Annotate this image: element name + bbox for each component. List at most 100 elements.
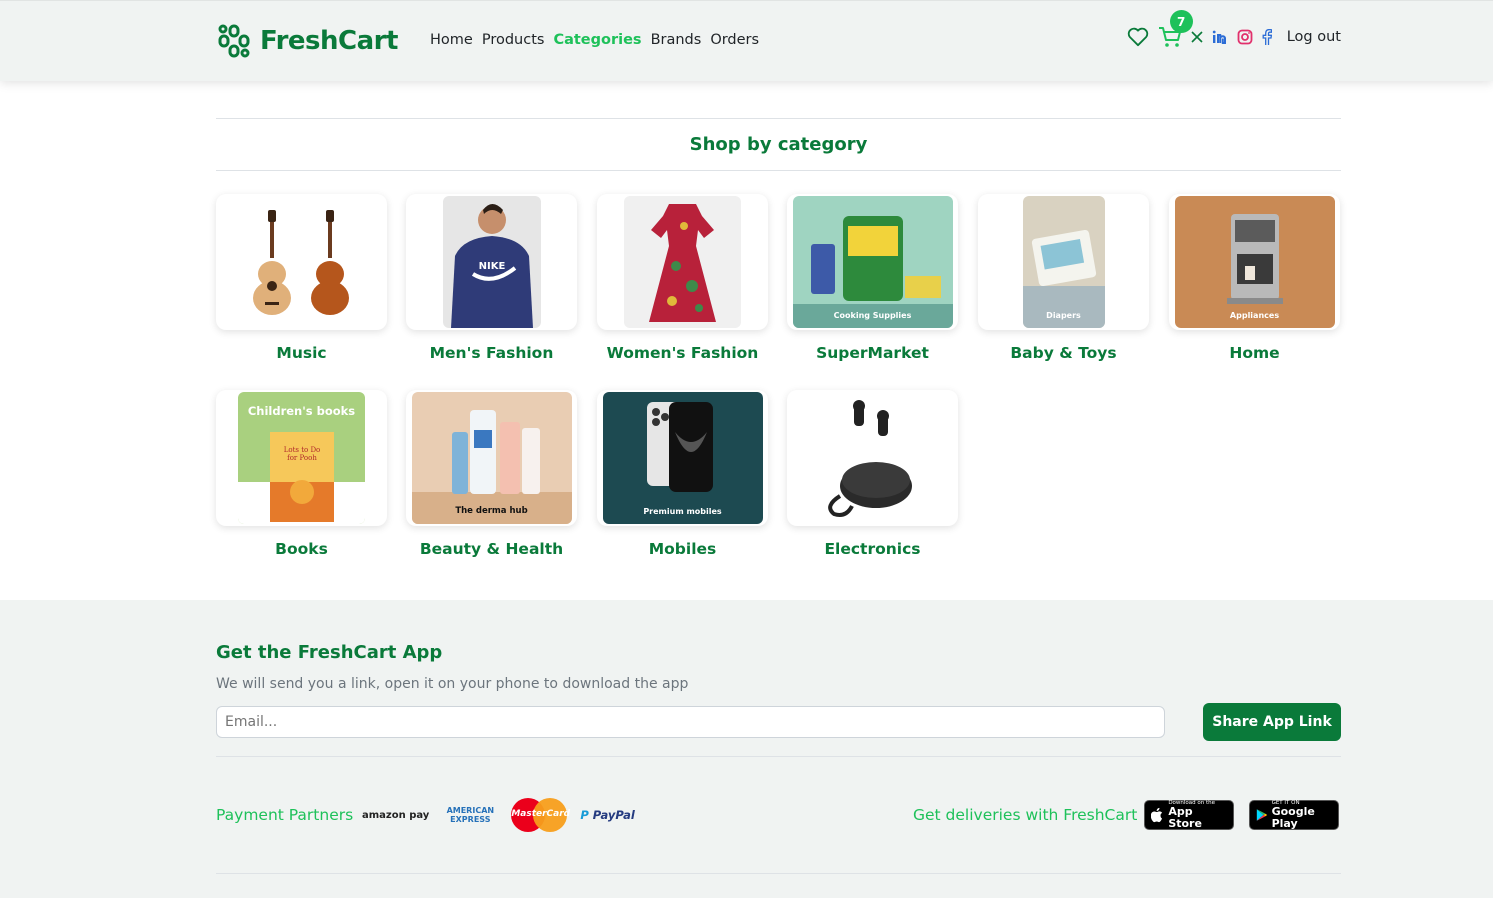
nav-link-home[interactable]: Home <box>430 32 473 48</box>
app-store-text: Download on the App Store <box>1168 800 1227 830</box>
footer-bottom-divider <box>216 873 1341 874</box>
freshcart-logo-icon <box>218 24 250 58</box>
category-section-header: Shop by category <box>216 118 1341 171</box>
appliances-image: Appliances <box>1174 196 1335 328</box>
category-label: Women's Fashion <box>606 344 759 362</box>
cooking-supplies-graphic <box>792 196 953 328</box>
category-image-frame: Children's books Lots to Do for Pooh <box>216 390 387 526</box>
category-card-books[interactable]: Children's books Lots to Do for Pooh Boo… <box>216 390 387 558</box>
nav-link-orders[interactable]: Orders <box>710 32 759 48</box>
linkedin-link[interactable] <box>1212 30 1228 44</box>
footer-title: Get the FreshCart App <box>216 642 443 663</box>
footer-subtitle: We will send you a link, open it on your… <box>216 676 689 692</box>
paypal-logo: P PayPal <box>580 808 635 822</box>
category-card-womens-fashion[interactable]: Women's Fashion <box>597 194 768 362</box>
app-store-big: App Store <box>1168 805 1202 830</box>
x-twitter-icon <box>1191 31 1203 43</box>
category-card-mobiles[interactable]: Premium mobiles Mobiles <box>597 390 768 558</box>
category-card-music[interactable]: Music <box>216 194 387 362</box>
google-play-button[interactable]: GET IT ON Google Play <box>1249 800 1339 830</box>
payment-logos: amazon pay AMERICAN EXPRESS MasterCard P… <box>362 798 635 832</box>
mobiles-image: Premium mobiles <box>602 392 763 524</box>
category-image-caption: Cooking Supplies <box>833 311 912 320</box>
payment-partners-label: Payment Partners <box>216 806 354 824</box>
share-app-link-button[interactable]: Share App Link <box>1203 703 1341 741</box>
wishlist-button[interactable] <box>1127 27 1149 47</box>
iphone-graphic <box>602 392 763 524</box>
facebook-icon <box>1262 29 1272 45</box>
google-play-icon <box>1256 809 1268 821</box>
instagram-icon <box>1237 29 1253 45</box>
category-image-caption: Diapers <box>1046 311 1081 320</box>
logout-button[interactable]: Log out <box>1287 29 1341 45</box>
category-label: Home <box>1229 344 1280 362</box>
facebook-link[interactable] <box>1262 29 1272 45</box>
childrens-books-image: Children's books Lots to Do for Pooh <box>238 392 365 524</box>
deliveries-label: Get deliveries with FreshCart <box>913 806 1138 824</box>
google-play-text: GET IT ON Google Play <box>1272 800 1332 830</box>
diapers-graphic <box>1022 196 1105 328</box>
category-image-frame: Diapers <box>978 194 1149 330</box>
earbuds-image <box>827 400 912 517</box>
dress-image <box>624 196 741 328</box>
section-title: Shop by category <box>689 134 868 155</box>
amex-logo: AMERICAN EXPRESS <box>446 806 495 824</box>
cart-count-badge: 7 <box>1169 10 1193 33</box>
category-image-caption: Premium mobiles <box>643 507 722 516</box>
category-card-supermarket[interactable]: Cooking Supplies SuperMarket <box>787 194 958 362</box>
amazon-pay-logo: amazon pay <box>362 809 430 821</box>
svg-text:NIKE: NIKE <box>478 261 505 272</box>
coffee-machine-graphic <box>1174 196 1335 328</box>
guitar-image <box>252 210 349 315</box>
supermarket-image: Cooking Supplies <box>792 196 953 328</box>
category-image-frame: The derma hub <box>406 390 577 526</box>
instagram-link[interactable] <box>1237 29 1253 45</box>
category-card-beauty-health[interactable]: The derma hub Beauty & Health <box>406 390 577 558</box>
main-nav: Home Products Categories Brands Orders <box>430 32 759 48</box>
category-card-home[interactable]: Appliances Home <box>1169 194 1340 362</box>
nav-actions: 7 Log out <box>1127 10 1341 48</box>
category-image-frame <box>787 390 958 526</box>
brand-name: FreshCart <box>260 26 398 56</box>
category-image-frame: Cooking Supplies <box>787 194 958 330</box>
category-label: Baby & Toys <box>1010 344 1117 362</box>
nav-link-products[interactable]: Products <box>482 32 545 48</box>
heart-icon <box>1127 27 1148 47</box>
app-store-button[interactable]: Download on the App Store <box>1144 800 1234 830</box>
book-cover-graphic: Lots to Do for Pooh <box>238 432 365 524</box>
category-label: Books <box>275 540 328 558</box>
svg-text:Lots to Do: Lots to Do <box>284 446 321 454</box>
svg-text:for Pooh: for Pooh <box>287 454 317 462</box>
category-card-electronics[interactable]: Electronics <box>787 390 958 558</box>
category-image-caption: The derma hub <box>455 506 528 516</box>
category-label: Mobiles <box>648 540 717 558</box>
mens-hoodie-image: NIKE <box>442 196 541 328</box>
category-label: Men's Fashion <box>429 344 554 362</box>
category-label: Music <box>276 344 327 362</box>
nav-link-categories[interactable]: Categories <box>553 32 641 48</box>
footer-divider <box>216 756 1341 757</box>
navbar: FreshCart Home Products Categories Brand… <box>0 0 1493 81</box>
category-card-baby-toys[interactable]: Diapers Baby & Toys <box>978 194 1149 362</box>
diapers-image: Diapers <box>1022 196 1105 328</box>
beauty-image: The derma hub <box>411 392 572 524</box>
brand-logo-link[interactable]: FreshCart <box>216 23 398 59</box>
category-label: SuperMarket <box>816 344 929 362</box>
category-label: Beauty & Health <box>419 540 564 558</box>
email-input[interactable] <box>216 706 1165 738</box>
cart-button[interactable]: 7 <box>1158 10 1193 48</box>
category-image-frame: Appliances <box>1169 194 1340 330</box>
category-label: Electronics <box>824 540 921 558</box>
mastercard-logo: MasterCard <box>511 798 570 832</box>
category-image-frame <box>216 194 387 330</box>
derma-products-graphic <box>411 392 572 524</box>
category-image-frame: Premium mobiles <box>597 390 768 526</box>
category-image-caption: Appliances <box>1229 311 1280 320</box>
footer: Get the FreshCart App We will send you a… <box>0 600 1493 898</box>
category-image-frame: NIKE <box>406 194 577 330</box>
google-play-big: Google Play <box>1271 805 1315 830</box>
nav-link-brands[interactable]: Brands <box>651 32 702 48</box>
category-image-frame <box>597 194 768 330</box>
x-twitter-link[interactable] <box>1191 31 1203 43</box>
category-card-mens-fashion[interactable]: NIKE Men's Fashion <box>406 194 577 362</box>
